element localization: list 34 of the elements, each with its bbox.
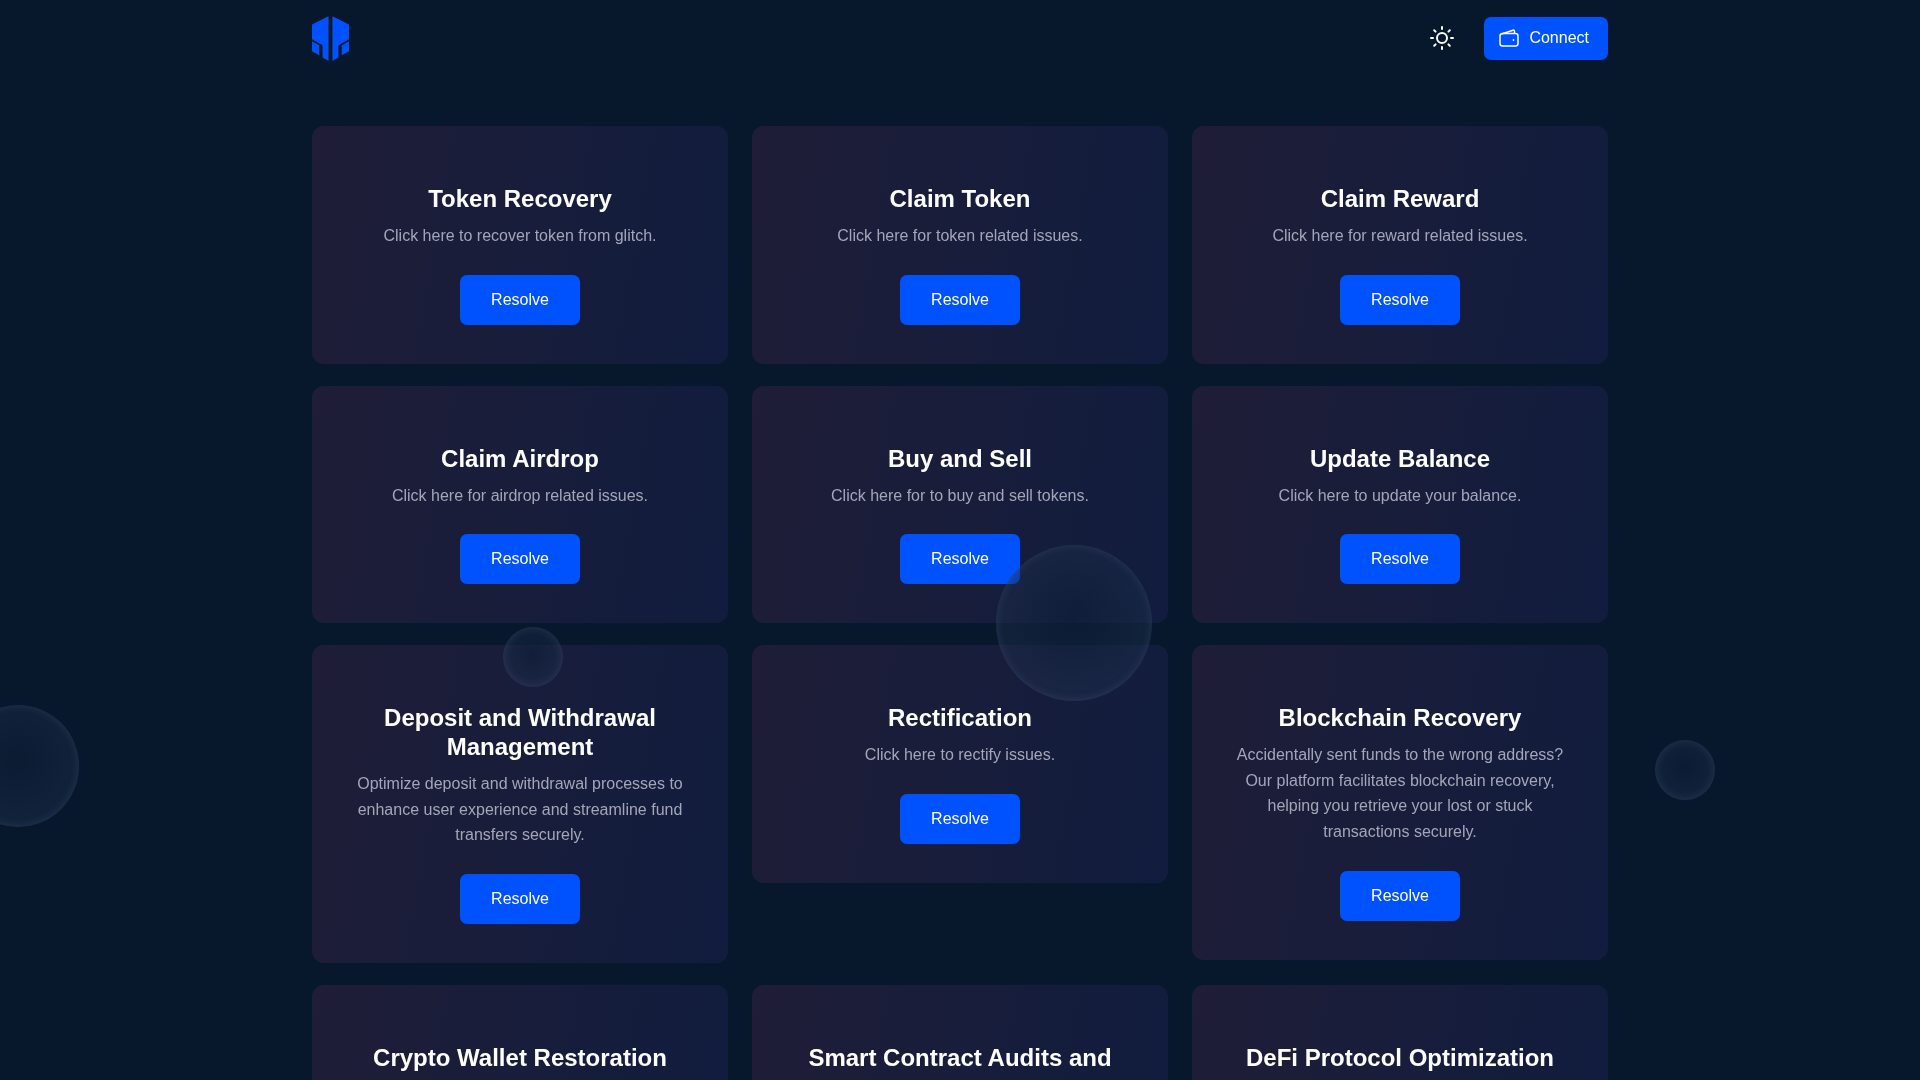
card-title: Token Recovery xyxy=(428,184,612,213)
resolve-button[interactable]: Resolve xyxy=(1340,534,1460,585)
card-title: Rectification xyxy=(888,703,1032,733)
resolve-button[interactable]: Resolve xyxy=(460,873,580,924)
card-description: Click here to rectify issues. xyxy=(864,745,1056,766)
card-title: DeFi Protocol Optimization xyxy=(1246,1042,1554,1072)
resolve-button[interactable]: Resolve xyxy=(1340,274,1460,325)
card-title: Crypto Wallet Restoration xyxy=(373,1042,667,1072)
logo-icon[interactable] xyxy=(312,15,349,61)
resolve-button[interactable]: Resolve xyxy=(460,274,580,325)
connect-button[interactable]: Connect xyxy=(1484,16,1608,60)
resolve-button[interactable]: Resolve xyxy=(900,274,1020,325)
card-description: Optimize deposit and withdrawal processes to enhance user experience and streamline fund transfers securely. xyxy=(356,774,684,846)
card-title: Claim Token xyxy=(889,184,1031,213)
resolve-button[interactable]: Resolve xyxy=(1340,870,1460,921)
card-title: Update Balance xyxy=(1309,443,1491,473)
wallet-icon xyxy=(1499,29,1520,47)
card-description: Click here to update your balance. xyxy=(1278,485,1522,506)
card-description: Click here for to buy and sell tokens. xyxy=(831,485,1089,506)
card-description: Click here for airdrop related issues. xyxy=(391,485,649,506)
card-description: Click here to recover token from glitch. xyxy=(383,226,657,246)
sun-icon[interactable] xyxy=(1430,26,1455,50)
resolve-button[interactable]: Resolve xyxy=(460,534,580,585)
card-title: Buy and Sell xyxy=(887,443,1032,473)
resolve-button[interactable]: Resolve xyxy=(900,793,1020,844)
card-description: Click here for reward related issues. xyxy=(1272,226,1528,246)
card-title: Blockchain Recovery xyxy=(1278,703,1522,733)
card-title: Smart Contract Audits and xyxy=(808,1042,1112,1072)
card-title: Deposit and Withdrawal Management xyxy=(383,703,657,762)
card-title: Claim Airdrop xyxy=(441,443,599,473)
resolve-button[interactable]: Resolve xyxy=(900,534,1020,585)
card-description: Accidentally sent funds to the wrong address? Our platform facilitates blockchain recovery, helping you retrieve your lost or stuck transactions securely. xyxy=(1235,745,1565,842)
card-title: Claim Reward xyxy=(1320,184,1480,213)
card-description: Click here for token related issues. xyxy=(837,226,1083,246)
